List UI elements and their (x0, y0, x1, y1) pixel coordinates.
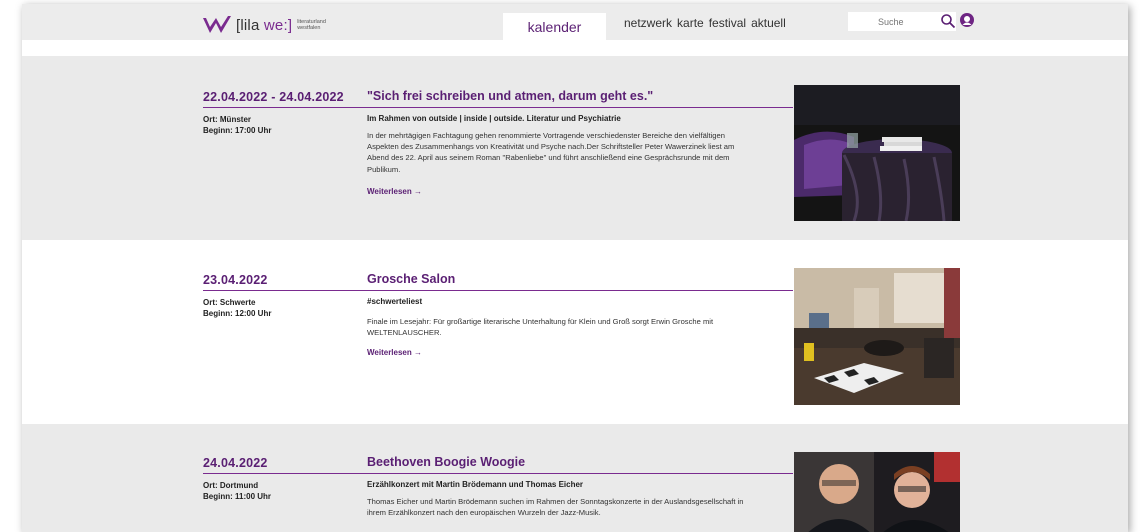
event-divider (203, 107, 793, 108)
event-meta: Ort: Münster Beginn: 17:00 Uhr (203, 114, 271, 136)
event-meta: Ort: Schwerte Beginn: 12:00 Uhr (203, 297, 271, 319)
event-description: In der mehrtägigen Fachtagung gehen reno… (367, 131, 735, 174)
page-frame: [lila we:] literaturland westfalen kalen… (22, 4, 1128, 532)
read-more-link[interactable]: Weiterlesen → (367, 348, 422, 357)
event-beginn: Beginn: 17:00 Uhr (203, 126, 272, 135)
event-ort: Ort: Dortmund (203, 481, 259, 490)
event-beginn: Beginn: 12:00 Uhr (203, 309, 272, 318)
event-subtitle: Im Rahmen von outside | inside | outside… (367, 114, 621, 123)
event-date: 23.04.2022 (203, 273, 268, 287)
event-divider (203, 473, 793, 474)
event-item: 23.04.2022 Grosche Salon Ort: Schwerte B… (22, 240, 1128, 424)
event-beginn: Beginn: 11:00 Uhr (203, 492, 272, 501)
nav-aktuell[interactable]: aktuell (751, 16, 786, 30)
event-subtitle: #schwerteliest (367, 297, 423, 306)
event-image[interactable] (794, 452, 960, 532)
read-more-link[interactable]: Weiterlesen → (367, 187, 422, 196)
event-ort: Ort: Münster (203, 115, 251, 124)
event-ort: Ort: Schwerte (203, 298, 256, 307)
event-title[interactable]: Grosche Salon (367, 272, 455, 286)
nav-festival[interactable]: festival (709, 16, 746, 30)
event-image[interactable] (794, 85, 960, 221)
search-input[interactable] (878, 16, 938, 27)
event-divider (203, 290, 793, 291)
event-description: Thomas Eicher und Martin Brödemann suche… (367, 497, 744, 518)
event-image[interactable] (794, 268, 960, 405)
nav-netzwerk[interactable]: netzwerk (624, 16, 672, 30)
event-title[interactable]: "Sich frei schreiben und atmen, darum ge… (367, 89, 653, 103)
logo-subtitle: literaturland westfalen (297, 19, 326, 31)
logo-w-icon (203, 16, 231, 33)
logo-text: [lila we:] (236, 16, 293, 34)
event-date: 24.04.2022 (203, 456, 268, 470)
account-icon[interactable] (960, 13, 974, 27)
event-title[interactable]: Beethoven Boogie Woogie (367, 455, 525, 469)
search-icon[interactable] (940, 13, 956, 29)
event-meta: Ort: Dortmund Beginn: 11:00 Uhr (203, 480, 271, 502)
event-subtitle: Erzählkonzert mit Martin Brödemann und T… (367, 480, 584, 489)
event-item: 22.04.2022 - 24.04.2022 "Sich frei schre… (22, 56, 1128, 240)
nav-kalender[interactable]: kalender (503, 13, 606, 40)
main-nav: netzwerk karte festival aktuell (624, 16, 786, 30)
site-header: [lila we:] literaturland westfalen kalen… (22, 4, 1128, 40)
event-date: 22.04.2022 - 24.04.2022 (203, 90, 344, 104)
event-item: 24.04.2022 Beethoven Boogie Woogie Ort: … (22, 424, 1128, 532)
event-description: Finale im Lesejahr: Für großartige liter… (367, 317, 714, 338)
site-logo[interactable]: [lila we:] literaturland westfalen (202, 13, 326, 37)
nav-karte[interactable]: karte (677, 16, 704, 30)
